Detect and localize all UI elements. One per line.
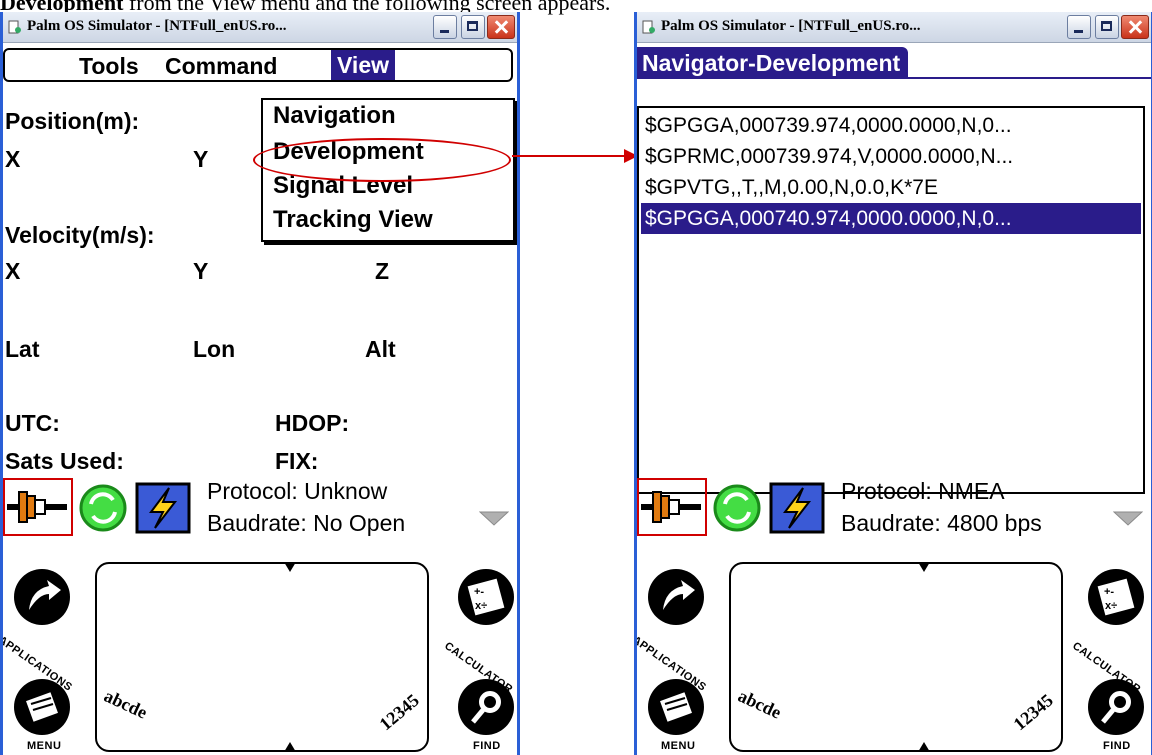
velocity-label: Velocity(m/s): bbox=[5, 222, 155, 248]
applications-icon[interactable] bbox=[9, 564, 79, 634]
list-item[interactable]: $GPRMC,000739.974,V,0000.0000,N... bbox=[641, 141, 1141, 172]
utc-label: UTC: bbox=[5, 410, 60, 436]
menu-label: MENU bbox=[661, 740, 696, 752]
power-icon[interactable] bbox=[135, 482, 193, 534]
svg-text:x÷: x÷ bbox=[1105, 600, 1117, 612]
right-baudrate-text: Baudrate: 4800 bps bbox=[841, 510, 1042, 536]
sync-icon[interactable] bbox=[75, 482, 133, 534]
menu-icon[interactable] bbox=[9, 674, 79, 744]
connect-icon-highlight[interactable] bbox=[3, 478, 73, 536]
left-palm-screen: Tools Command View Position(m): X Y Velo… bbox=[3, 42, 517, 512]
right-simulator-window: Palm OS Simulator - [NTFull_enUS.ro... N… bbox=[634, 12, 1152, 755]
right-window-title: Palm OS Simulator - [NTFull_enUS.ro... bbox=[661, 18, 921, 34]
graffiti-area[interactable]: abcde 12345 bbox=[729, 562, 1063, 752]
app-icon bbox=[8, 20, 21, 34]
lat-label: Lat bbox=[5, 336, 40, 362]
graffiti-divider-top bbox=[284, 562, 296, 572]
plug-icon bbox=[7, 491, 67, 523]
graffiti-divider-bottom bbox=[284, 742, 296, 752]
app-icon bbox=[642, 20, 655, 34]
find-icon[interactable] bbox=[1081, 674, 1151, 744]
svg-text:+-: +- bbox=[474, 586, 484, 598]
velocity-z-label: Z bbox=[375, 258, 390, 284]
left-baudrate-text: Baudrate: No Open bbox=[207, 510, 406, 536]
connect-icon-highlight[interactable] bbox=[637, 478, 707, 536]
left-protocol-text: Protocol: Unknow bbox=[207, 478, 388, 504]
menu-command[interactable]: Command bbox=[165, 53, 277, 79]
graffiti-divider-top bbox=[918, 562, 930, 572]
left-silkscreen: APPLICATIONS MENU abcde 12345 +- x÷ CALC… bbox=[3, 554, 517, 755]
form-title-underline bbox=[637, 77, 1151, 79]
close-button[interactable] bbox=[487, 15, 515, 39]
svg-text:x÷: x÷ bbox=[475, 600, 487, 612]
find-label: FIND bbox=[1103, 740, 1131, 752]
list-item-selected[interactable]: $GPGGA,000740.974,0000.0000,N,0... bbox=[641, 203, 1141, 234]
position-label: Position(m): bbox=[5, 108, 140, 134]
position-x-label: X bbox=[5, 146, 21, 172]
right-palm-screen: Navigator-Development $GPGGA,000739.974,… bbox=[637, 42, 1151, 512]
position-y-label: Y bbox=[193, 146, 209, 172]
alt-label: Alt bbox=[365, 336, 396, 362]
abc-label: abcde bbox=[101, 685, 151, 723]
menu-item-navigation[interactable]: Navigation bbox=[273, 102, 396, 130]
left-simulator-window: Palm OS Simulator - [NTFull_enUS.ro... T… bbox=[0, 12, 520, 755]
list-item[interactable]: $GPVTG,,T,,M,0.00,N,0.0,K*7E bbox=[641, 172, 1141, 203]
minimize-button[interactable] bbox=[433, 15, 457, 39]
num-label: 12345 bbox=[1009, 689, 1057, 735]
calculator-icon[interactable]: +- x÷ bbox=[1081, 564, 1151, 634]
maximize-button[interactable] bbox=[461, 15, 485, 39]
menu-label: MENU bbox=[27, 740, 62, 752]
calculator-icon[interactable]: +- x÷ bbox=[451, 564, 520, 634]
menu-bar: Tools Command View bbox=[3, 48, 513, 82]
right-status-bar: Protocol: NMEA Baudrate: 4800 bps bbox=[637, 478, 1151, 550]
velocity-y-label: Y bbox=[193, 258, 209, 284]
scroll-down-arrow-icon[interactable] bbox=[1113, 510, 1143, 526]
right-protocol-text: Protocol: NMEA bbox=[841, 478, 1005, 504]
scroll-down-arrow-icon[interactable] bbox=[479, 510, 509, 526]
hdop-label: HDOP: bbox=[275, 410, 350, 436]
form-title: Navigator-Development bbox=[637, 47, 909, 79]
minimize-button[interactable] bbox=[1067, 15, 1091, 39]
right-title-bar[interactable]: Palm OS Simulator - [NTFull_enUS.ro... bbox=[637, 12, 1151, 43]
menu-tools[interactable]: Tools bbox=[79, 53, 139, 79]
num-label: 12345 bbox=[375, 689, 423, 735]
graffiti-divider-bottom bbox=[918, 742, 930, 752]
maximize-button[interactable] bbox=[1095, 15, 1119, 39]
fix-label: FIX: bbox=[275, 448, 319, 474]
close-button[interactable] bbox=[1121, 15, 1149, 39]
power-icon[interactable] bbox=[769, 482, 827, 534]
left-status-bar: Protocol: Unknow Baudrate: No Open bbox=[3, 478, 517, 550]
graffiti-area[interactable]: abcde 12345 bbox=[95, 562, 429, 752]
abc-label: abcde bbox=[735, 685, 785, 723]
plug-icon bbox=[641, 491, 701, 523]
list-item[interactable]: $GPGGA,000739.974,0000.0000,N,0... bbox=[641, 110, 1141, 141]
transition-arrow-line bbox=[512, 155, 632, 157]
applications-icon[interactable] bbox=[643, 564, 713, 634]
velocity-x-label: X bbox=[5, 258, 21, 284]
menu-item-tracking-view[interactable]: Tracking View bbox=[273, 206, 433, 234]
nmea-list[interactable]: $GPGGA,000739.974,0000.0000,N,0... $GPRM… bbox=[637, 106, 1145, 494]
right-silkscreen: APPLICATIONS MENU abcde 12345 +- x÷ CALC… bbox=[637, 554, 1151, 755]
find-label: FIND bbox=[473, 740, 501, 752]
sync-icon[interactable] bbox=[709, 482, 767, 534]
svg-text:+-: +- bbox=[1104, 586, 1114, 598]
menu-view[interactable]: View bbox=[331, 50, 395, 80]
development-highlight-oval bbox=[253, 138, 511, 182]
find-icon[interactable] bbox=[451, 674, 520, 744]
menu-icon[interactable] bbox=[643, 674, 713, 744]
sats-used-label: Sats Used: bbox=[5, 448, 124, 474]
lon-label: Lon bbox=[193, 336, 236, 362]
left-window-title: Palm OS Simulator - [NTFull_enUS.ro... bbox=[27, 18, 287, 34]
left-title-bar[interactable]: Palm OS Simulator - [NTFull_enUS.ro... bbox=[3, 12, 517, 43]
